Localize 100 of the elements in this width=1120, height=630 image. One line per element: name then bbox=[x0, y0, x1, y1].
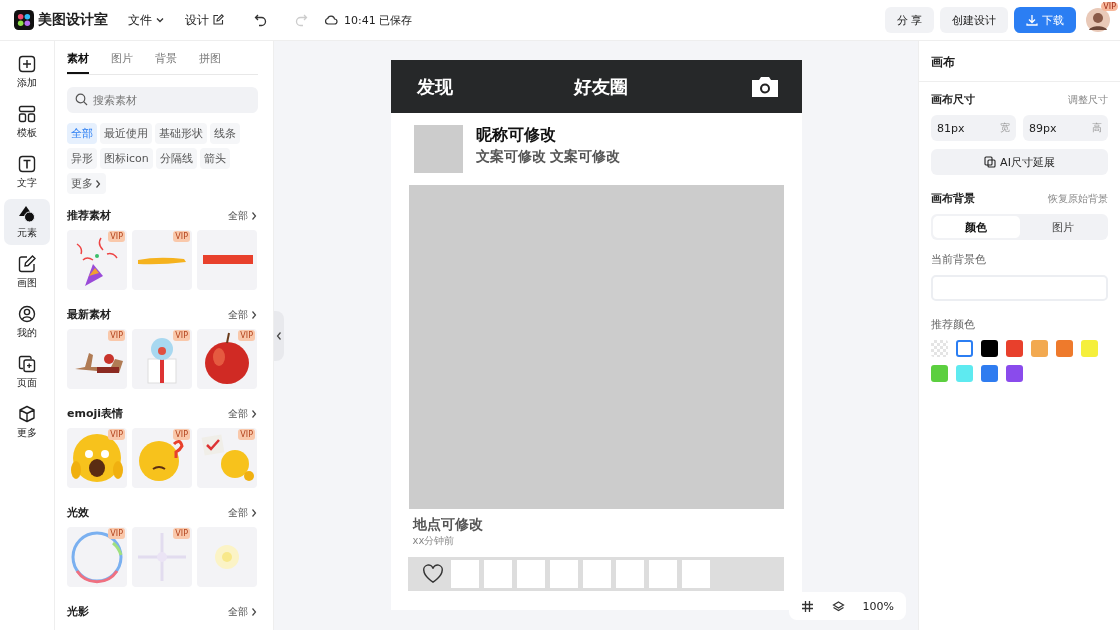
section-title: 推荐素材 bbox=[67, 208, 111, 223]
width-field[interactable]: 81px 宽 bbox=[931, 115, 1016, 141]
zoom-level[interactable]: 100% bbox=[862, 599, 894, 613]
like-avatar-slot bbox=[451, 560, 479, 588]
field-label: 推荐颜色 bbox=[931, 317, 976, 332]
collapse-handle[interactable] bbox=[274, 311, 284, 361]
inspector-title: 画布 bbox=[919, 41, 1120, 82]
search-field[interactable]: 搜索素材 bbox=[67, 87, 258, 113]
see-all-link[interactable]: 全部 bbox=[228, 307, 258, 322]
filter-chip[interactable]: 分隔线 bbox=[155, 148, 197, 169]
rail-item[interactable]: 我的 bbox=[4, 299, 50, 345]
rail-item[interactable]: 元素 bbox=[4, 199, 50, 245]
vip-badge: VIP bbox=[108, 429, 125, 440]
color-swatch[interactable] bbox=[1081, 340, 1098, 357]
vip-badge: VIP bbox=[108, 330, 125, 341]
post-caption: 文案可修改 文案可修改 bbox=[475, 148, 621, 166]
vip-badge: VIP bbox=[238, 429, 255, 440]
download-icon bbox=[1026, 14, 1038, 26]
panel-tab[interactable]: 背景 bbox=[155, 51, 177, 74]
resize-icon bbox=[984, 156, 997, 168]
see-all-link[interactable]: 全部 bbox=[228, 505, 258, 520]
resize-link[interactable]: 调整尺寸 bbox=[1068, 92, 1108, 107]
menu-button[interactable]: 设计 bbox=[185, 11, 224, 29]
time-text: xx分钟前 bbox=[412, 534, 456, 548]
nickname: 昵称可修改 bbox=[475, 125, 557, 146]
rail-item[interactable]: 画图 bbox=[4, 249, 50, 295]
nav-title: 好友圈 bbox=[574, 74, 628, 99]
like-avatar-slot bbox=[550, 560, 578, 588]
panel-tab[interactable]: 图片 bbox=[111, 51, 133, 74]
chevron-right-icon bbox=[250, 606, 258, 617]
draw-icon bbox=[18, 254, 36, 273]
user-icon bbox=[18, 304, 36, 323]
like-avatar-slot bbox=[649, 560, 677, 588]
segment-tab[interactable]: 图片 bbox=[1019, 216, 1106, 238]
like-avatar-slot bbox=[616, 560, 644, 588]
section-title: emoji表情 bbox=[67, 406, 124, 421]
color-swatch[interactable] bbox=[956, 365, 973, 382]
nav-label: 发现 bbox=[416, 74, 453, 99]
chevron-right-icon bbox=[94, 178, 102, 189]
height-field[interactable]: 89px 高 bbox=[1023, 115, 1108, 141]
color-swatch[interactable] bbox=[931, 365, 948, 382]
vip-badge: VIP bbox=[238, 330, 255, 341]
vip-badge: VIP bbox=[173, 528, 190, 539]
filter-chip[interactable]: 最近使用 bbox=[100, 123, 152, 144]
color-swatch[interactable] bbox=[1031, 340, 1048, 357]
like-avatar-slot bbox=[583, 560, 611, 588]
download-button[interactable]: 下载 bbox=[1014, 7, 1076, 33]
chevron-down-icon bbox=[155, 15, 165, 25]
chevron-right-icon bbox=[250, 309, 258, 320]
field-label: 当前背景色 bbox=[931, 252, 987, 267]
segment-tab[interactable]: 颜色 bbox=[933, 216, 1020, 238]
avatar-placeholder bbox=[413, 125, 463, 173]
panel-tab[interactable]: 拼图 bbox=[199, 51, 221, 74]
grid-icon[interactable] bbox=[800, 599, 814, 613]
transparent-swatch[interactable] bbox=[931, 340, 948, 357]
menu-button[interactable]: 文件 bbox=[128, 11, 165, 29]
vip-badge: VIP bbox=[108, 231, 125, 242]
vip-badge: VIP bbox=[1101, 2, 1118, 11]
cube-icon bbox=[18, 404, 36, 423]
section-label: 画布尺寸 bbox=[931, 92, 975, 107]
filter-chip[interactable]: 箭头 bbox=[199, 148, 230, 169]
like-avatar-slot bbox=[484, 560, 512, 588]
design-canvas[interactable]: 发现 好友圈 昵称可修改 文案可修改 文案可修改 地点可修改 xx分钟前 bbox=[390, 60, 802, 610]
panel-tab[interactable]: 素材 bbox=[67, 51, 89, 74]
cloud-icon bbox=[324, 13, 338, 27]
undo-icon[interactable] bbox=[254, 13, 268, 27]
more-chip[interactable]: 更多 bbox=[67, 173, 106, 194]
heart-icon bbox=[422, 564, 444, 584]
rail-item[interactable]: 页面 bbox=[4, 349, 50, 395]
see-all-link[interactable]: 全部 bbox=[228, 604, 258, 619]
save-status: 10:41 已保存 bbox=[344, 12, 413, 28]
section-title: 最新素材 bbox=[67, 307, 111, 322]
color-swatch[interactable] bbox=[1056, 340, 1073, 357]
color-swatch[interactable] bbox=[981, 365, 998, 382]
see-all-link[interactable]: 全部 bbox=[228, 208, 258, 223]
avatar[interactable] bbox=[1086, 8, 1110, 32]
create-design-button[interactable]: 创建设计 bbox=[940, 7, 1008, 33]
like-avatar-slot bbox=[517, 560, 545, 588]
rail-item[interactable]: 添加 bbox=[4, 49, 50, 95]
rail-item[interactable]: 更多 bbox=[4, 399, 50, 445]
ai-resize-button[interactable]: AI尺寸延展 bbox=[931, 149, 1108, 175]
share-button[interactable]: 分 享 bbox=[884, 7, 934, 33]
section-title: 光效 bbox=[67, 505, 89, 520]
rail-item[interactable]: 文字 bbox=[4, 149, 50, 195]
color-swatch[interactable] bbox=[1006, 340, 1023, 357]
filter-chip[interactable]: 全部 bbox=[67, 123, 97, 144]
filter-chip[interactable]: 基础形状 bbox=[155, 123, 207, 144]
filter-chip[interactable]: 图标icon bbox=[100, 148, 153, 169]
section-label: 画布背景 bbox=[931, 191, 975, 206]
shapes-icon bbox=[18, 204, 36, 223]
filter-chip[interactable]: 异形 bbox=[67, 148, 97, 169]
layers-icon[interactable] bbox=[831, 599, 845, 613]
color-swatch[interactable] bbox=[981, 340, 998, 357]
filter-chip[interactable]: 线条 bbox=[210, 123, 240, 144]
color-swatch[interactable] bbox=[956, 340, 973, 357]
restore-background-link[interactable]: 恢复原始背景 bbox=[1048, 191, 1108, 206]
see-all-link[interactable]: 全部 bbox=[228, 406, 258, 421]
color-swatch[interactable] bbox=[1006, 365, 1023, 382]
chevron-left-icon bbox=[275, 331, 283, 341]
rail-item[interactable]: 模板 bbox=[4, 99, 50, 145]
